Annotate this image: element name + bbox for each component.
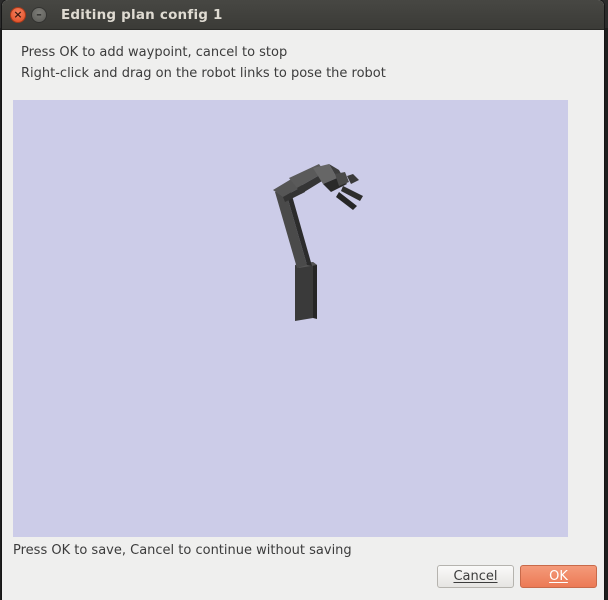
- minimize-window-button[interactable]: –: [31, 6, 47, 23]
- robot-lower-arm-link[interactable]: [275, 189, 312, 268]
- robot-gripper[interactable]: [335, 172, 363, 210]
- ok-button-label: OK: [549, 569, 568, 584]
- instruction-line-2: Right-click and drag on the robot links …: [21, 66, 386, 81]
- ok-button[interactable]: OK: [520, 565, 597, 588]
- instruction-line-1: Press OK to add waypoint, cancel to stop: [21, 45, 288, 60]
- minimize-icon: –: [36, 8, 42, 21]
- cancel-button-label: Cancel: [453, 569, 498, 584]
- robot-arm-render[interactable]: [13, 100, 568, 537]
- robot-base-link[interactable]: [295, 262, 317, 321]
- save-hint: Press OK to save, Cancel to continue wit…: [13, 543, 352, 558]
- close-window-button[interactable]: ×: [10, 6, 26, 23]
- robot-3d-viewport[interactable]: [13, 100, 568, 537]
- window-title: Editing plan config 1: [61, 6, 223, 23]
- instructions: Press OK to add waypoint, cancel to stop…: [21, 42, 386, 84]
- close-icon: ×: [13, 8, 23, 21]
- title-bar[interactable]: × – Editing plan config 1: [2, 0, 604, 30]
- dialog-window: × – Editing plan config 1 Press OK to ad…: [2, 0, 604, 600]
- cancel-button[interactable]: Cancel: [437, 565, 514, 588]
